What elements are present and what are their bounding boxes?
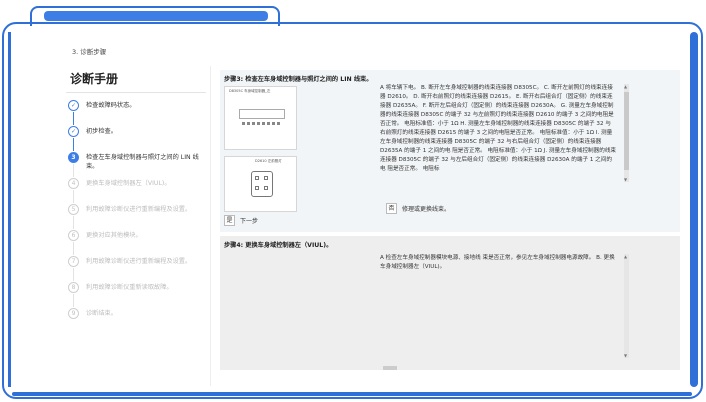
step3-title: 步骤3: 检查左车身域控制器与照灯之间的 LIN 线束。 <box>224 76 373 83</box>
step4-instructions: A 检查左车身域控制器模块电源、接地线 束是否正常，参见左车身域控制器电源故障。… <box>380 255 615 270</box>
sidebar-divider <box>210 66 211 386</box>
step-item-5[interactable]: 5 利用故障诊断仪进行重新编程及设置。 <box>68 204 208 230</box>
step-number-badge: 9 <box>68 308 79 319</box>
step3-scrollbar[interactable]: ▲ ▼ <box>624 84 629 182</box>
manual-title: 诊断手册 <box>70 72 119 86</box>
connector-shape <box>251 171 273 197</box>
step-connector <box>73 294 74 307</box>
scroll-down-icon[interactable]: ▼ <box>624 177 627 182</box>
step-label: 利用故障诊断仪重新读取故障。 <box>86 284 173 291</box>
frame-left-bar <box>8 32 11 387</box>
step-label: 诊断结束。 <box>86 310 117 317</box>
no-option-text: 修理或更换线束。 <box>402 205 451 213</box>
step-label: 更换对应其他模块。 <box>86 232 142 239</box>
scroll-up-icon[interactable]: ▲ <box>624 254 627 259</box>
yes-option[interactable]: 是 下一步 <box>224 214 258 226</box>
step-item-4[interactable]: 4 更换车身域控制器左（VIUL)。 <box>68 178 208 204</box>
connector-pins <box>239 109 285 125</box>
step-label: 检查故障码状态。 <box>86 102 136 109</box>
step-connector <box>73 112 74 125</box>
connector-diagram-d2610[interactable]: D2610 左前照灯 <box>224 156 297 212</box>
step-label: 初步检查。 <box>86 128 117 135</box>
step-item-8[interactable]: 8 利用故障诊断仪重新读取故障。 <box>68 282 208 308</box>
step-item-7[interactable]: 7 利用故障诊断仪进行重新编程及设置。 <box>68 256 208 282</box>
step4-scrollbar[interactable]: ▲ ▼ <box>624 254 629 358</box>
step-connector <box>73 190 74 203</box>
step-number-badge: 7 <box>68 256 79 267</box>
breadcrumb: 3. 诊断步骤 <box>72 48 107 56</box>
step-item-2[interactable]: ✓ 初步检查。 <box>68 126 208 152</box>
scroll-down-icon[interactable]: ▼ <box>624 353 627 358</box>
step-label: 利用故障诊断仪进行重新编程及设置。 <box>86 258 192 265</box>
no-button[interactable]: 否 <box>386 202 397 214</box>
step-item-1[interactable]: ✓ 检查故障码状态。 <box>68 100 208 126</box>
step-number-badge: 4 <box>68 178 79 189</box>
step-item-9[interactable]: 9 诊断结束。 <box>68 308 208 334</box>
frame-tab-fill <box>44 11 268 21</box>
step-label: 更换车身域控制器左（VIUL)。 <box>86 180 171 187</box>
step-item-6[interactable]: 6 更换对应其他模块。 <box>68 230 208 256</box>
step-number-badge: 6 <box>68 230 79 241</box>
frame-bottom-bar <box>12 392 692 396</box>
main-content: 3. 诊断步骤 诊断手册 ✓ 检查故障码状态。 ✓ 初步检查。 3 检查左车身域控制器与照… <box>58 36 688 386</box>
diagram2-title: D2610 左前照灯 <box>255 159 282 163</box>
step-connector <box>73 216 74 229</box>
scroll-thumb[interactable] <box>624 92 629 170</box>
scroll-up-icon[interactable]: ▲ <box>624 84 627 89</box>
yes-button[interactable]: 是 <box>224 214 235 226</box>
check-icon: ✓ <box>68 126 79 137</box>
step-connector <box>73 164 74 177</box>
title-divider <box>66 92 206 93</box>
step-number-badge: 5 <box>68 204 79 215</box>
step-item-3[interactable]: 3 检查左车身域控制器与照灯之间的 LIN 线束。 <box>68 152 208 178</box>
step-label: 利用故障诊断仪进行重新编程及设置。 <box>86 206 192 213</box>
diagram1-title: D8305C 车身域控制器_左 <box>229 89 271 93</box>
check-icon: ✓ <box>68 100 79 111</box>
step4-bottom-handle <box>383 366 397 370</box>
step-connector <box>73 268 74 281</box>
step-label: 检查左车身域控制器与照灯之间的 LIN 线束。 <box>86 154 199 170</box>
step3-instructions: A 将车辆下电。 B. 断开左车身域控制器的线束连接器 D8305C。 C. 断… <box>380 85 616 172</box>
connector-diagram-d8305c[interactable]: D8305C 车身域控制器_左 <box>224 86 297 150</box>
step-connector <box>73 138 74 151</box>
step-connector <box>73 242 74 255</box>
no-option[interactable]: 否 修理或更换线束。 <box>386 202 450 214</box>
step3-panel: 步骤3: 检查左车身域控制器与照灯之间的 LIN 线束。 D8305C 车身域控… <box>220 70 680 232</box>
step-number-badge: 3 <box>68 152 79 163</box>
step4-panel: 步骤4: 更换车身域控制器左（VIUL)。 A 检查左车身域控制器模块电源、接地… <box>220 236 680 370</box>
frame-right-bar <box>690 32 698 387</box>
next-step-link[interactable]: 下一步 <box>240 216 258 225</box>
step-number-badge: 8 <box>68 282 79 293</box>
step4-title: 步骤4: 更换车身域控制器左（VIUL)。 <box>224 242 333 249</box>
